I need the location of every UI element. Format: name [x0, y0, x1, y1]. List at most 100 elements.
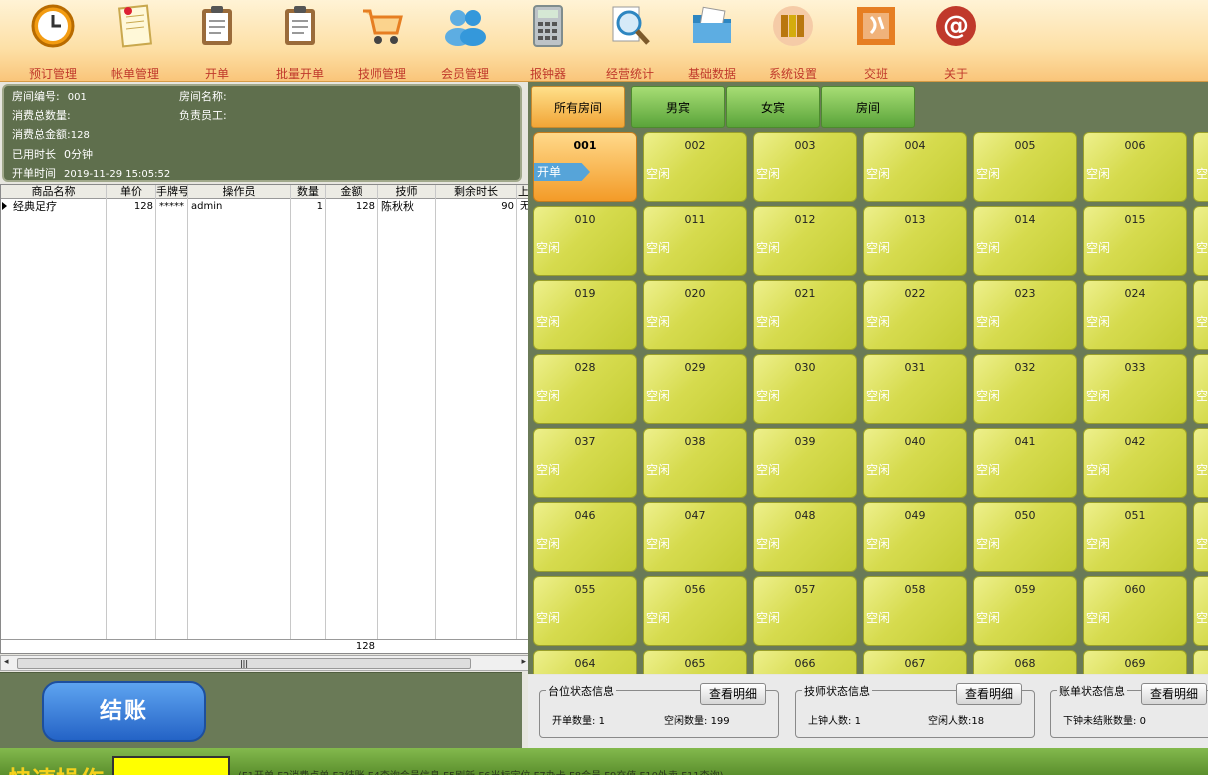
- table-horizontal-scrollbar[interactable]: ◂ ||| ▸: [0, 655, 530, 671]
- toolbar-item-5[interactable]: 会员管理: [424, 0, 506, 82]
- table-cell[interactable]: 无: [520, 200, 528, 214]
- table-status-detail-button[interactable]: 查看明细: [700, 683, 767, 705]
- room-tile[interactable]: 015 空闲: [1083, 206, 1187, 276]
- room-tile[interactable]: 空闲: [1193, 280, 1208, 350]
- checkout-button[interactable]: 结账: [42, 681, 206, 742]
- room-tile[interactable]: 050 空闲: [973, 502, 1077, 572]
- table-cell[interactable]: 90: [439, 200, 514, 214]
- table-cell[interactable]: 陈秋秋: [381, 200, 433, 214]
- toolbar-item-1[interactable]: 帐单管理: [94, 0, 176, 82]
- toolbar-item-8[interactable]: 基础数据: [671, 0, 753, 82]
- room-tile[interactable]: 空闲: [1193, 576, 1208, 646]
- room-tile[interactable]: 051 空闲: [1083, 502, 1187, 572]
- room-tile[interactable]: 004 空闲: [863, 132, 967, 202]
- room-tile[interactable]: 031 空闲: [863, 354, 967, 424]
- room-tile[interactable]: 049 空闲: [863, 502, 967, 572]
- room-tile[interactable]: 068空闲: [973, 650, 1077, 674]
- tech-status-detail-button[interactable]: 查看明细: [956, 683, 1023, 705]
- room-tile[interactable]: 空闲: [1193, 650, 1208, 674]
- toolbar-item-10[interactable]: 交班: [835, 0, 917, 82]
- room-tile[interactable]: 028 空闲: [533, 354, 637, 424]
- room-tile[interactable]: 041 空闲: [973, 428, 1077, 498]
- room-tab-0[interactable]: 所有房间: [531, 86, 625, 128]
- room-tile[interactable]: 012 空闲: [753, 206, 857, 276]
- room-tile[interactable]: 033 空闲: [1083, 354, 1187, 424]
- room-tab-3[interactable]: 房间: [821, 86, 915, 128]
- room-status: 空闲: [536, 241, 561, 255]
- room-tile[interactable]: 005 空闲: [973, 132, 1077, 202]
- room-tile[interactable]: 069空闲: [1083, 650, 1187, 674]
- room-tile[interactable]: 059 空闲: [973, 576, 1077, 646]
- room-number: 056: [684, 583, 706, 596]
- room-tile[interactable]: 055 空闲: [533, 576, 637, 646]
- room-status: 空闲: [1086, 463, 1111, 477]
- toolbar-item-9[interactable]: 系统设置: [752, 0, 834, 82]
- room-tile[interactable]: 039 空闲: [753, 428, 857, 498]
- bill-status-detail-button[interactable]: 查看明细: [1141, 683, 1208, 705]
- room-tile[interactable]: 001 开单: [533, 132, 637, 202]
- room-tile[interactable]: 空闲: [1193, 132, 1208, 202]
- table-cell[interactable]: 1: [294, 200, 323, 214]
- total-qty-row: 消费总数量:: [12, 107, 79, 123]
- room-number: 012: [794, 213, 816, 226]
- bill-unpaid-label: 下钟未结账数量:: [1063, 716, 1137, 727]
- scroll-left-icon[interactable]: ◂: [4, 657, 9, 667]
- room-tile[interactable]: 空闲: [1193, 354, 1208, 424]
- room-tile[interactable]: 003 空闲: [753, 132, 857, 202]
- room-tile[interactable]: 065空闲: [643, 650, 747, 674]
- room-tile[interactable]: 056 空闲: [643, 576, 747, 646]
- room-tile[interactable]: 013 空闲: [863, 206, 967, 276]
- room-tile[interactable]: 020 空闲: [643, 280, 747, 350]
- room-tile[interactable]: 空闲: [1193, 428, 1208, 498]
- room-tab-2[interactable]: 女宾: [726, 86, 820, 128]
- room-tile[interactable]: 006 空闲: [1083, 132, 1187, 202]
- toolbar-item-3[interactable]: 批量开单: [259, 0, 341, 82]
- room-tile[interactable]: 066空闲: [753, 650, 857, 674]
- toolbar-item-7[interactable]: 经营统计: [589, 0, 671, 82]
- toolbar-item-2[interactable]: 开单: [176, 0, 258, 82]
- room-tab-1[interactable]: 男宾: [631, 86, 725, 128]
- room-tile[interactable]: 042 空闲: [1083, 428, 1187, 498]
- quick-operation-input[interactable]: [112, 756, 230, 775]
- room-tile[interactable]: 010 空闲: [533, 206, 637, 276]
- toolbar-item-11[interactable]: @ 关于: [915, 0, 997, 82]
- room-tile[interactable]: 058 空闲: [863, 576, 967, 646]
- room-tile[interactable]: 029 空闲: [643, 354, 747, 424]
- toolbar-item-4[interactable]: 技师管理: [341, 0, 423, 82]
- table-cell[interactable]: admin: [191, 200, 288, 214]
- column-line: [1, 185, 107, 653]
- room-tile[interactable]: 047 空闲: [643, 502, 747, 572]
- room-tile[interactable]: 019 空闲: [533, 280, 637, 350]
- toolbar-item-6[interactable]: 报钟器: [507, 0, 589, 82]
- room-tile[interactable]: 002 空闲: [643, 132, 747, 202]
- room-tile[interactable]: 060 空闲: [1083, 576, 1187, 646]
- room-tile[interactable]: 022 空闲: [863, 280, 967, 350]
- room-tile[interactable]: 024 空闲: [1083, 280, 1187, 350]
- room-tile[interactable]: 037 空闲: [533, 428, 637, 498]
- toolbar-item-0[interactable]: 预订管理: [12, 0, 94, 82]
- room-tile[interactable]: 011 空闲: [643, 206, 747, 276]
- room-tile[interactable]: 038 空闲: [643, 428, 747, 498]
- table-cell[interactable]: 128: [329, 200, 375, 214]
- consumption-table[interactable]: 商品名称 单价 手牌号 操作员 数量 金额 技师 剩余时长上 经典足疗 128 ***** admi…: [0, 184, 530, 654]
- room-tile[interactable]: 067空闲: [863, 650, 967, 674]
- table-cell[interactable]: 经典足疗: [13, 200, 105, 214]
- room-tile[interactable]: 空闲: [1193, 502, 1208, 572]
- room-tile[interactable]: 064空闲: [533, 650, 637, 674]
- room-tile[interactable]: 057 空闲: [753, 576, 857, 646]
- room-tile[interactable]: 空闲: [1193, 206, 1208, 276]
- room-tile[interactable]: 048 空闲: [753, 502, 857, 572]
- room-tile[interactable]: 040 空闲: [863, 428, 967, 498]
- room-tile[interactable]: 030 空闲: [753, 354, 857, 424]
- table-cell[interactable]: 128: [110, 200, 153, 214]
- tech-idle-label: 空闲人数:: [928, 716, 972, 727]
- room-tile[interactable]: 023 空闲: [973, 280, 1077, 350]
- room-status: 空闲: [866, 611, 891, 625]
- scroll-thumb[interactable]: |||: [17, 658, 471, 669]
- scroll-right-icon[interactable]: ▸: [521, 657, 526, 667]
- table-cell[interactable]: *****: [159, 200, 185, 214]
- room-tile[interactable]: 046 空闲: [533, 502, 637, 572]
- room-tile[interactable]: 021 空闲: [753, 280, 857, 350]
- room-tile[interactable]: 014 空闲: [973, 206, 1077, 276]
- room-tile[interactable]: 032 空闲: [973, 354, 1077, 424]
